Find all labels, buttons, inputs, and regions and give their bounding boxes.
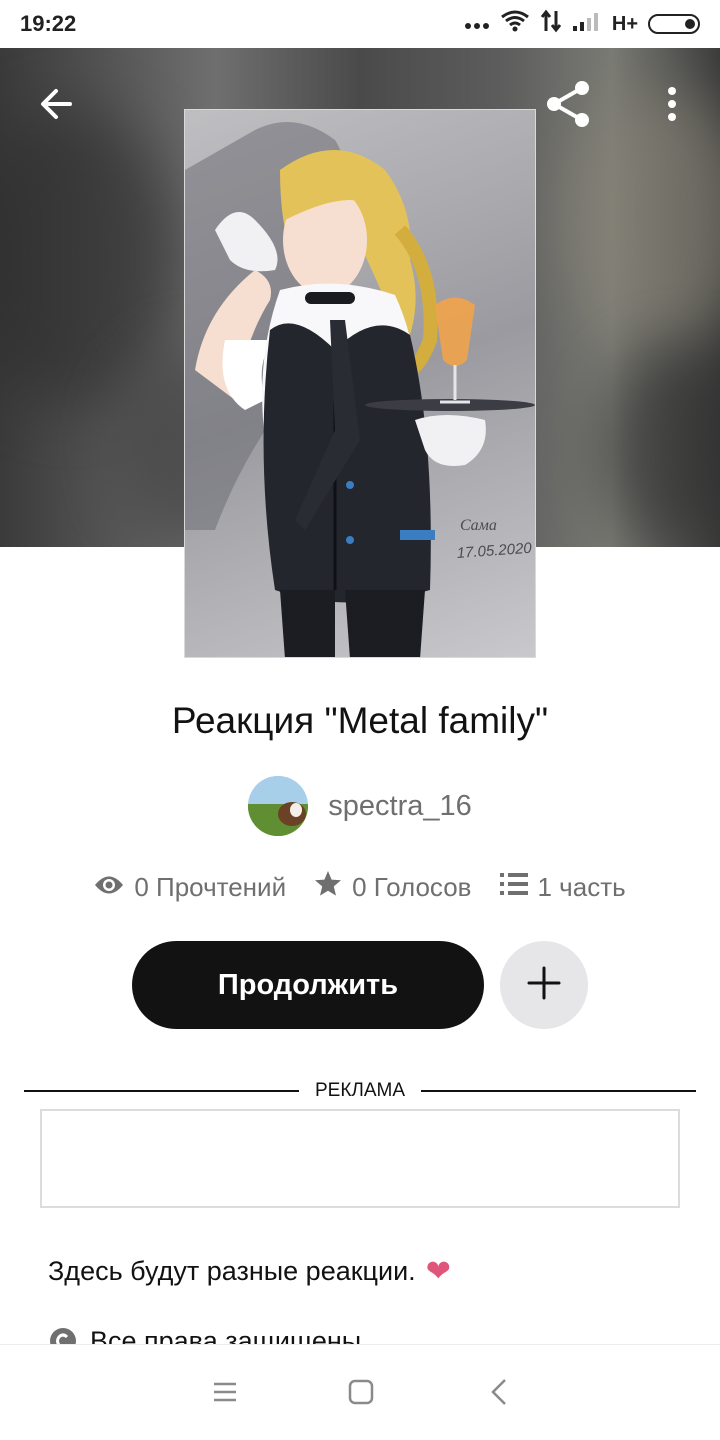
ad-divider: РЕКЛАМА xyxy=(24,1079,696,1103)
divider-line xyxy=(421,1090,696,1092)
parts-count: 1 часть xyxy=(537,871,626,902)
network-type: H+ xyxy=(611,12,638,35)
author-row[interactable]: spectra_16 xyxy=(0,776,720,836)
author-name[interactable]: spectra_16 xyxy=(328,790,472,823)
copyright-text: Все права защищены xyxy=(90,1326,362,1346)
eye-icon xyxy=(94,872,124,903)
votes-count: 0 Голосов xyxy=(352,871,472,902)
list-icon xyxy=(499,872,528,903)
star-icon xyxy=(314,870,342,904)
ad-label: РЕКЛАМА xyxy=(314,1080,406,1101)
signal-icon xyxy=(572,10,602,38)
plus-icon xyxy=(527,966,561,1005)
more-dots-icon xyxy=(464,13,490,36)
status-time: 19:22 xyxy=(20,11,77,36)
more-vertical-icon[interactable] xyxy=(644,76,700,132)
copyright-icon xyxy=(48,1326,78,1346)
share-icon[interactable] xyxy=(540,76,596,132)
continue-reading-button[interactable]: Продолжить xyxy=(132,941,484,1029)
cover-art-image[interactable]: Cама 17.05.2020 xyxy=(184,109,536,658)
status-icons: H+ xyxy=(464,9,700,39)
add-to-library-button[interactable] xyxy=(500,941,588,1029)
status-bar: 19:22 H+ xyxy=(0,0,720,48)
svg-text:Cама: Cама xyxy=(460,517,497,534)
ad-slot[interactable] xyxy=(40,1109,680,1208)
story-description: Здесь будут разные реакции. ❤ xyxy=(48,1254,451,1289)
back-arrow-icon[interactable] xyxy=(28,76,84,132)
avatar[interactable] xyxy=(248,776,309,836)
cover-signature-date: 17.05.2020 xyxy=(456,540,533,562)
home-square-icon[interactable] xyxy=(333,1366,389,1418)
reads-stat: 0 Прочтений xyxy=(94,872,286,903)
description-text: Здесь будут разные реакции. xyxy=(48,1256,416,1286)
story-stats: 0 Прочтений 0 Голосов 1 часть xyxy=(0,870,720,904)
reads-count: 0 Прочтений xyxy=(134,871,287,902)
story-title: Реакция "Metal family" xyxy=(171,700,549,741)
data-arrows-icon xyxy=(540,9,562,39)
votes-stat: 0 Голосов xyxy=(314,870,472,904)
parts-stat: 1 часть xyxy=(499,871,626,903)
menu-icon[interactable] xyxy=(197,1366,253,1418)
divider-line xyxy=(24,1090,299,1092)
heart-emoji: ❤ xyxy=(425,1255,451,1288)
battery-icon xyxy=(648,14,700,34)
copyright-row: Все права защищены xyxy=(48,1326,361,1346)
back-chevron-icon[interactable] xyxy=(471,1366,527,1418)
wifi-icon xyxy=(500,9,530,39)
